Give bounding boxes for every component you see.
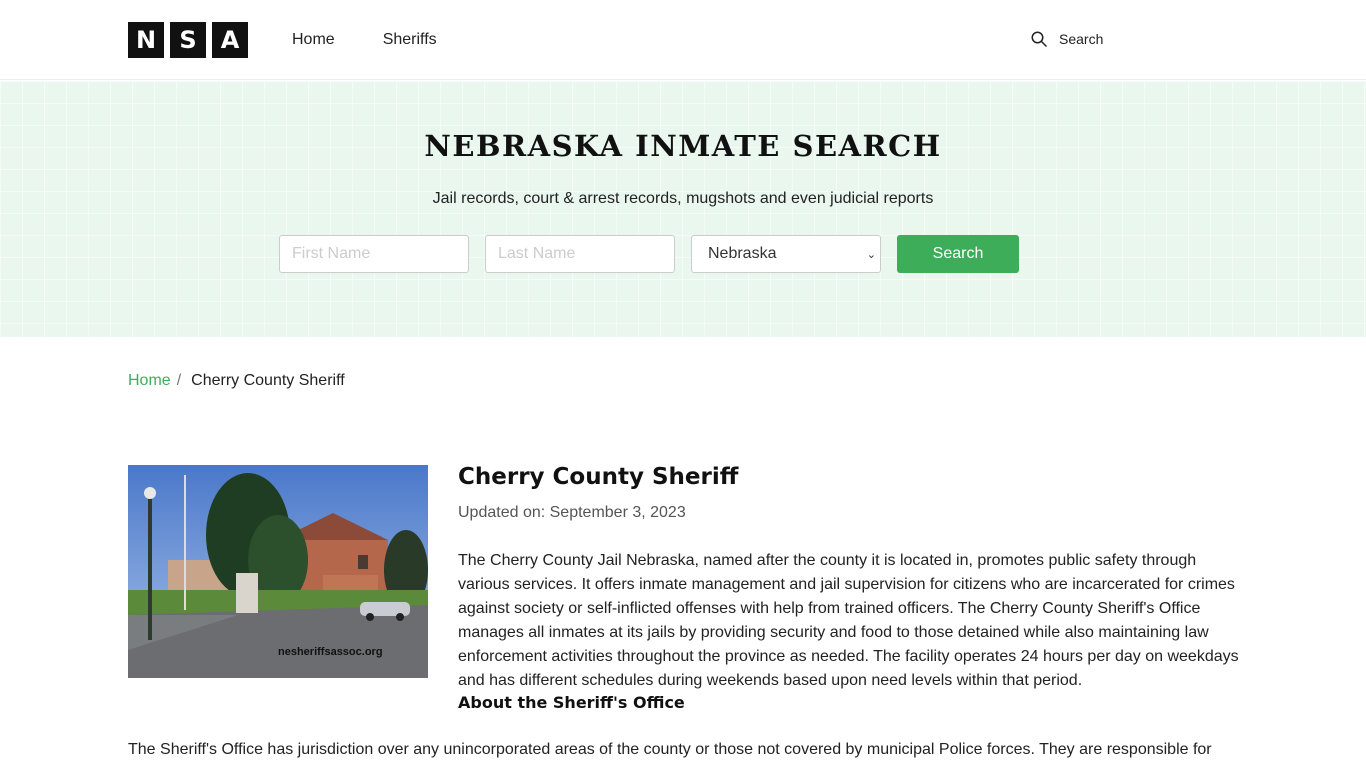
article-title: Cherry County Sheriff xyxy=(458,464,739,490)
logo-letter-s: S xyxy=(170,22,206,58)
photo-watermark: nesheriffsassoc.org xyxy=(278,646,383,658)
breadcrumb-separator: / xyxy=(176,372,182,389)
breadcrumb-current: Cherry County Sheriff xyxy=(191,372,345,389)
about-heading: About the Sheriff's Office xyxy=(458,693,685,712)
sheriff-office-photo: nesheriffsassoc.org xyxy=(128,465,428,678)
hero-search-section: NEBRASKA INMATE SEARCH Jail records, cou… xyxy=(0,81,1366,337)
hero-subtitle: Jail records, court & arrest records, mu… xyxy=(432,190,934,207)
main-nav: Home Sheriffs xyxy=(292,31,437,49)
search-button[interactable]: Search xyxy=(897,235,1019,273)
hero-title: NEBRASKA INMATE SEARCH xyxy=(424,129,942,163)
site-header: N S A Home Sheriffs Search xyxy=(0,0,1366,80)
nsa-logo[interactable]: N S A xyxy=(128,22,248,58)
nav-home-link[interactable]: Home xyxy=(292,31,335,49)
state-select[interactable]: Nebraska ⌄ xyxy=(691,235,881,273)
nav-sheriffs-link[interactable]: Sheriffs xyxy=(383,31,437,49)
search-icon xyxy=(1031,31,1048,48)
about-paragraph: The Sheriff's Office has jurisdiction ov… xyxy=(128,741,1212,758)
breadcrumb: Home / Cherry County Sheriff xyxy=(128,372,345,390)
last-name-input[interactable] xyxy=(485,235,675,273)
header-search-link[interactable]: Search xyxy=(1030,30,1103,48)
breadcrumb-home-link[interactable]: Home xyxy=(128,372,171,390)
updated-date: Updated on: September 3, 2023 xyxy=(458,504,686,521)
state-select-value: Nebraska xyxy=(708,245,777,262)
header-search-label: Search xyxy=(1059,31,1104,47)
chevron-down-icon: ⌄ xyxy=(866,248,876,261)
logo-letter-a: A xyxy=(212,22,248,58)
logo-letter-n: N xyxy=(128,22,164,58)
intro-paragraph: The Cherry County Jail Nebraska, named a… xyxy=(458,552,1239,689)
first-name-input[interactable] xyxy=(279,235,469,273)
